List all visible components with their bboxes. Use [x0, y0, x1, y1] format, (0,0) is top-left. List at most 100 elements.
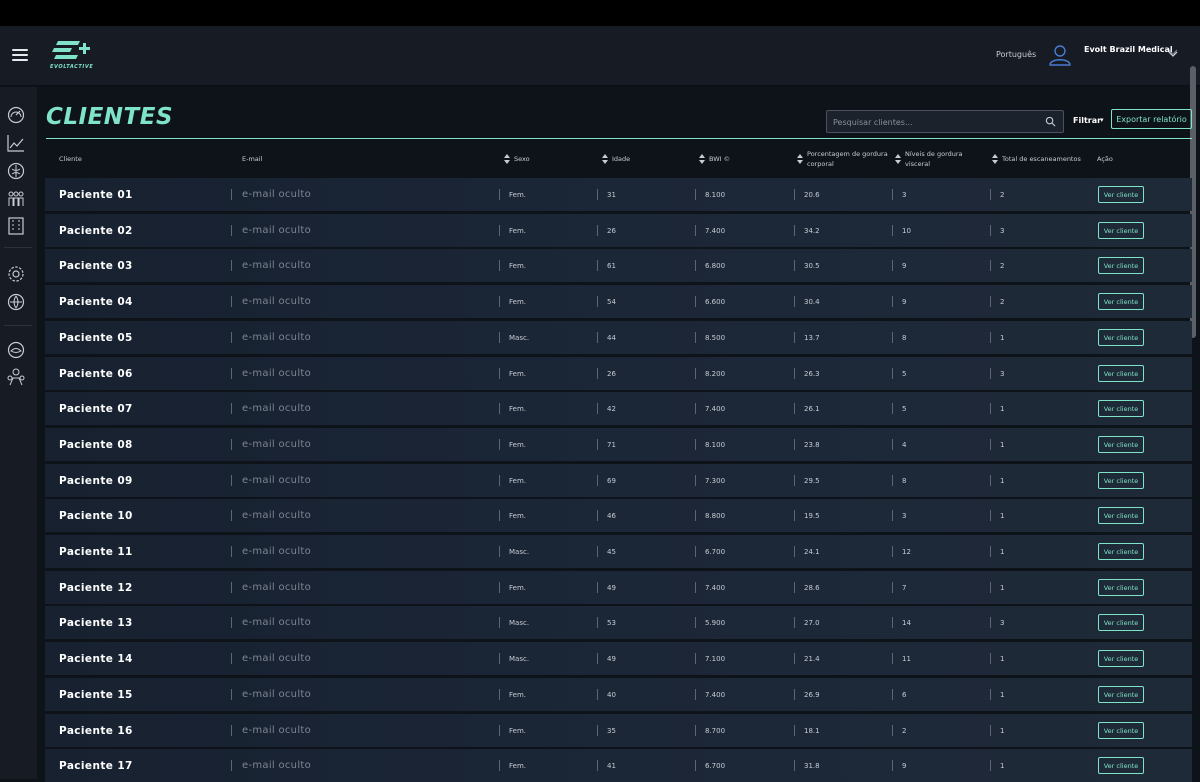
client-sex: Fem. — [499, 464, 526, 497]
client-scans: 1 — [988, 749, 1004, 782]
client-age: 35 — [597, 714, 616, 747]
dashboard-gauge-icon[interactable] — [6, 105, 26, 125]
filter-dropdown[interactable]: Filtrar — [1073, 116, 1101, 125]
table-row[interactable]: Paciente 09 e-mail oculto Fem. 69 7.300 29.5 8… — [45, 464, 1192, 497]
table-row[interactable]: Paciente 13 e-mail oculto Masc. 53 5.900 27.0… — [45, 606, 1192, 639]
view-client-button[interactable]: Ver cliente — [1098, 329, 1144, 346]
client-bodyfat: 18.1 — [794, 714, 820, 747]
client-email: e-mail oculto — [230, 321, 311, 354]
table-row[interactable]: Paciente 01 e-mail oculto Fem. 31 8.100 20.6 3… — [45, 178, 1192, 211]
client-visceral: 6 — [890, 678, 906, 711]
column-header-visceral[interactable]: Níveis de gordura visceral — [895, 142, 963, 176]
client-email: e-mail oculto — [230, 285, 311, 318]
client-visceral: 9 — [890, 249, 906, 282]
table-row[interactable]: Paciente 03 e-mail oculto Fem. 61 6.800 30.5 9… — [45, 249, 1192, 282]
column-header-bwi-label: BWI © — [709, 155, 731, 163]
column-header-client[interactable]: Cliente — [59, 142, 82, 176]
column-header-age[interactable]: Idade — [602, 142, 630, 176]
view-client-button[interactable]: Ver cliente — [1098, 472, 1144, 489]
client-sex: Fem. — [499, 214, 526, 247]
table-row[interactable]: Paciente 06 e-mail oculto Fem. 26 8.200 26.3 5… — [45, 357, 1192, 390]
sort-icon[interactable] — [504, 154, 510, 164]
table-row[interactable]: Paciente 14 e-mail oculto Masc. 49 7.100 21.4… — [45, 642, 1192, 675]
client-visceral: 3 — [890, 178, 906, 211]
settings-gear-icon[interactable] — [6, 264, 26, 284]
users-group-icon[interactable] — [6, 188, 26, 208]
view-client-button[interactable]: Ver cliente — [1098, 757, 1144, 774]
client-age: 40 — [597, 678, 616, 711]
brain-icon[interactable] — [6, 161, 26, 181]
chevron-down-icon[interactable] — [1168, 44, 1178, 57]
export-report-button[interactable]: Exportar relatório — [1111, 109, 1192, 129]
column-header-bodyfat-line2: corporal — [807, 160, 834, 168]
view-client-button[interactable]: Ver cliente — [1098, 186, 1144, 203]
view-client-button[interactable]: Ver cliente — [1098, 222, 1144, 239]
sort-icon[interactable] — [895, 154, 901, 164]
client-name: Paciente 05 — [59, 331, 133, 344]
sort-icon[interactable] — [602, 154, 608, 164]
view-client-button[interactable]: Ver cliente — [1098, 507, 1144, 524]
column-header-bodyfat-label: Porcentagem de gordura corporal — [807, 149, 888, 169]
view-client-button[interactable]: Ver cliente — [1098, 686, 1144, 703]
client-bwi: 7.300 — [694, 464, 725, 497]
table-row[interactable]: Paciente 17 e-mail oculto Fem. 41 6.700 31.8 9… — [45, 749, 1192, 782]
client-email: e-mail oculto — [230, 357, 311, 390]
view-client-button[interactable]: Ver cliente — [1098, 722, 1144, 739]
table-row[interactable]: Paciente 12 e-mail oculto Fem. 49 7.400 28.6 7… — [45, 571, 1192, 604]
client-visceral: 8 — [890, 464, 906, 497]
view-client-button[interactable]: Ver cliente — [1098, 436, 1144, 453]
view-client-button[interactable]: Ver cliente — [1098, 614, 1144, 631]
building-icon[interactable] — [6, 216, 26, 236]
client-bodyfat: 26.1 — [794, 392, 820, 425]
support-icon[interactable] — [6, 340, 26, 360]
client-name: Paciente 16 — [59, 724, 133, 737]
user-avatar-icon[interactable] — [1048, 43, 1072, 67]
table-row[interactable]: Paciente 10 e-mail oculto Fem. 46 8.800 19.5 3… — [45, 499, 1192, 532]
column-header-sex[interactable]: Sexo — [504, 142, 530, 176]
column-header-email[interactable]: E-mail — [242, 142, 262, 176]
analytics-chart-icon[interactable] — [6, 133, 26, 153]
client-email: e-mail oculto — [230, 499, 311, 532]
view-client-button[interactable]: Ver cliente — [1098, 257, 1144, 274]
language-selector[interactable]: Português — [996, 50, 1036, 59]
table-row[interactable]: Paciente 05 e-mail oculto Masc. 44 8.500 13.7… — [45, 321, 1192, 354]
column-header-scans[interactable]: Total de escaneamentos — [992, 142, 1081, 176]
client-name: Paciente 03 — [59, 259, 133, 272]
client-age: 44 — [597, 321, 616, 354]
client-sex: Fem. — [499, 499, 526, 532]
sort-icon[interactable] — [797, 154, 803, 164]
client-bwi: 5.900 — [694, 606, 725, 639]
client-scans: 1 — [988, 464, 1004, 497]
client-visceral: 7 — [890, 571, 906, 604]
table-row[interactable]: Paciente 11 e-mail oculto Masc. 45 6.700 24.1… — [45, 535, 1192, 568]
column-header-visceral-line2: visceral — [905, 160, 931, 168]
client-scans: 3 — [988, 357, 1004, 390]
integrations-icon[interactable] — [6, 292, 26, 312]
sort-icon[interactable] — [992, 154, 998, 164]
column-header-bodyfat[interactable]: Porcentagem de gordura corporal — [797, 142, 888, 176]
team-icon[interactable] — [6, 367, 26, 387]
table-row[interactable]: Paciente 16 e-mail oculto Fem. 35 8.700 18.1 2… — [45, 714, 1192, 747]
client-bwi: 7.400 — [694, 214, 725, 247]
table-row[interactable]: Paciente 04 e-mail oculto Fem. 54 6.600 30.4 9… — [45, 285, 1192, 318]
sort-icon[interactable] — [699, 154, 705, 164]
client-bodyfat: 26.9 — [794, 678, 820, 711]
evolt-logo[interactable]: EVOLTACTIVE — [50, 39, 93, 71]
view-client-button[interactable]: Ver cliente — [1098, 543, 1144, 560]
search-input[interactable] — [833, 115, 1033, 129]
view-client-button[interactable]: Ver cliente — [1098, 293, 1144, 310]
table-row[interactable]: Paciente 02 e-mail oculto Fem. 26 7.400 34.2 1… — [45, 214, 1192, 247]
view-client-button[interactable]: Ver cliente — [1098, 650, 1144, 667]
client-email: e-mail oculto — [230, 714, 311, 747]
search-icon[interactable] — [1045, 116, 1056, 127]
table-row[interactable]: Paciente 08 e-mail oculto Fem. 71 8.100 23.8 4… — [45, 428, 1192, 461]
menu-hamburger-icon[interactable] — [12, 49, 28, 61]
caret-down-icon[interactable]: ▾ — [1100, 116, 1104, 124]
view-client-button[interactable]: Ver cliente — [1098, 579, 1144, 596]
table-row[interactable]: Paciente 07 e-mail oculto Fem. 42 7.400 26.1 5… — [45, 392, 1192, 425]
account-name[interactable]: Evolt Brazil Medical — [1084, 45, 1173, 54]
table-row[interactable]: Paciente 15 e-mail oculto Fem. 40 7.400 26.9 6… — [45, 678, 1192, 711]
column-header-bwi[interactable]: BWI © — [699, 142, 730, 176]
view-client-button[interactable]: Ver cliente — [1098, 365, 1144, 382]
view-client-button[interactable]: Ver cliente — [1098, 400, 1144, 417]
